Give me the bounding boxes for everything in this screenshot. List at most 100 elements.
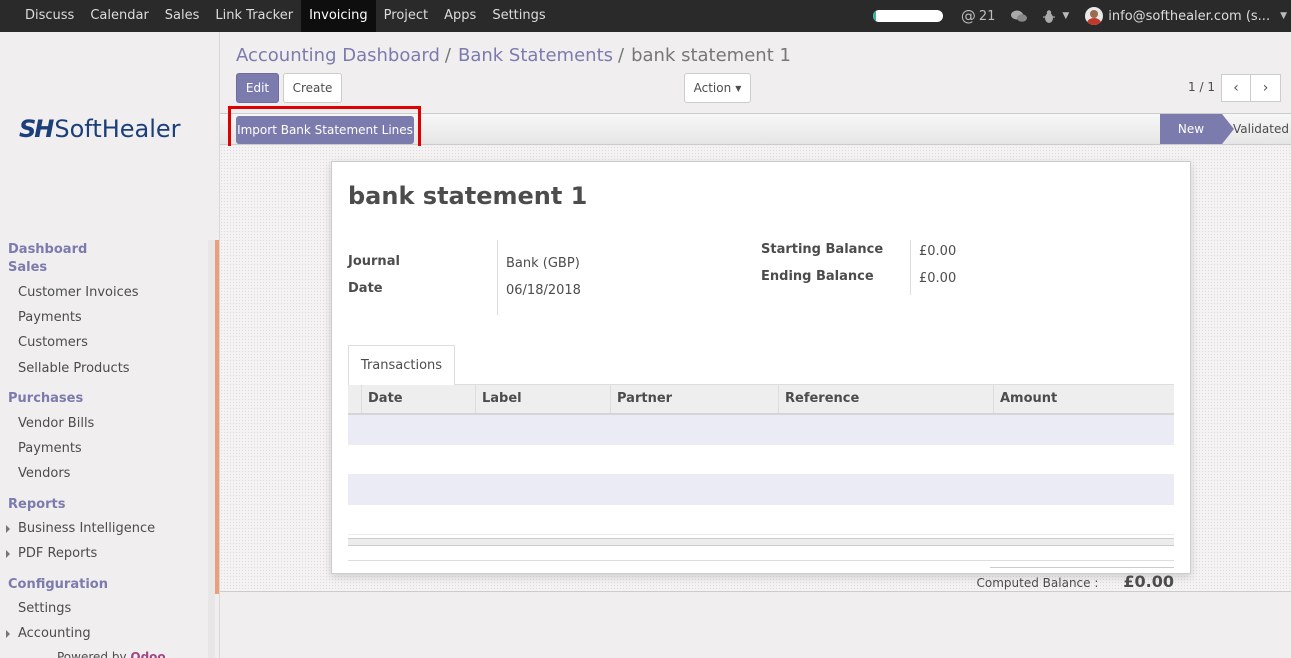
form-sheet: bank statement 1 Journal Date Bank (GBP)… xyxy=(331,161,1191,574)
column-partner[interactable]: Partner xyxy=(610,385,779,413)
computed-balance: Computed Balance : £0.00 xyxy=(977,572,1174,591)
sidebar-item-vendor-payments[interactable]: Payments xyxy=(18,441,82,456)
bug-icon xyxy=(1043,9,1056,23)
sidebar-item-vendor-bills[interactable]: Vendor Bills xyxy=(18,416,94,431)
date-value[interactable]: 06/18/2018 xyxy=(506,283,581,298)
mentions-button[interactable]: @ 21 xyxy=(961,7,996,25)
sidebar-item-dashboard[interactable]: Dashboard xyxy=(8,242,87,257)
sidebar-item-customer-invoices[interactable]: Customer Invoices xyxy=(18,285,139,300)
table-row xyxy=(348,505,1174,535)
divider xyxy=(910,240,911,295)
menu-settings[interactable]: Settings xyxy=(484,0,553,32)
breadcrumb: Accounting Dashboard / Bank Statements /… xyxy=(236,45,791,66)
pager-previous-button[interactable]: ‹ xyxy=(1221,74,1251,102)
breadcrumb-current: bank statement 1 xyxy=(631,45,791,66)
scrollbar-track[interactable] xyxy=(208,240,215,658)
sidebar: SH SoftHealer Dashboard Sales Customer I… xyxy=(0,32,220,658)
breadcrumb-separator: / xyxy=(444,45,451,66)
ending-balance-value[interactable]: £0.00 xyxy=(919,271,956,286)
ending-balance-label: Ending Balance xyxy=(761,269,874,284)
user-menu[interactable]: info@softhealer.com (s... ▼ xyxy=(1085,7,1287,25)
starting-balance-value[interactable]: £0.00 xyxy=(919,244,956,259)
sidebar-item-sellable-products[interactable]: Sellable Products xyxy=(18,361,130,376)
breadcrumb-separator: / xyxy=(618,45,625,66)
table-header: Date Label Partner Reference Amount xyxy=(348,385,1174,415)
menu-sales[interactable]: Sales xyxy=(157,0,208,32)
tab-transactions[interactable]: Transactions xyxy=(348,345,455,385)
caret-right-icon xyxy=(6,525,10,533)
chevron-down-icon: ▼ xyxy=(1062,11,1070,21)
stage-new[interactable]: New xyxy=(1160,114,1234,144)
user-email: info@softhealer.com (s... xyxy=(1108,8,1271,24)
menu-project[interactable]: Project xyxy=(376,0,436,32)
sidebar-item-vendors[interactable]: Vendors xyxy=(18,466,70,481)
caret-right-icon xyxy=(6,550,10,558)
column-label[interactable]: Label xyxy=(475,385,611,413)
starting-balance-label: Starting Balance xyxy=(761,242,884,257)
computed-balance-label: Computed Balance : xyxy=(976,576,1099,590)
create-button[interactable]: Create xyxy=(283,73,342,103)
breadcrumb-bank-statements[interactable]: Bank Statements xyxy=(458,45,613,66)
sidebar-item-accounting[interactable]: Accounting xyxy=(18,626,91,641)
chat-icon xyxy=(1011,10,1028,22)
chevron-down-icon: ▼ xyxy=(1280,11,1287,21)
avatar xyxy=(1085,7,1104,25)
menu-discuss[interactable]: Discuss xyxy=(17,0,82,32)
menu-invoicing[interactable]: Invoicing xyxy=(301,0,376,32)
sidebar-head-configuration: Configuration xyxy=(8,577,108,592)
at-icon: @ xyxy=(960,7,976,25)
pager-next-button[interactable]: › xyxy=(1251,74,1281,102)
journal-label: Journal xyxy=(348,254,400,269)
mentions-count: 21 xyxy=(978,8,996,24)
table-row xyxy=(348,475,1174,505)
onboarding-progress-bar[interactable] xyxy=(872,10,943,22)
chevron-right-icon: › xyxy=(1262,80,1269,96)
sidebar-item-business-intelligence[interactable]: Business Intelligence xyxy=(18,521,155,536)
divider xyxy=(348,560,1174,561)
stage-validated[interactable]: Validated xyxy=(1233,114,1289,144)
breadcrumb-accounting-dashboard[interactable]: Accounting Dashboard xyxy=(236,45,440,66)
sidebar-item-payments[interactable]: Payments xyxy=(18,310,82,325)
messages-button[interactable] xyxy=(1011,10,1028,23)
caret-right-icon xyxy=(6,630,10,638)
sidebar-menu: Dashboard Sales Customer Invoices Paymen… xyxy=(0,240,219,658)
divider xyxy=(497,240,498,315)
main-content: Accounting Dashboard / Bank Statements /… xyxy=(220,32,1291,658)
sidebar-item-pdf-reports[interactable]: PDF Reports xyxy=(18,546,97,561)
edit-button[interactable]: Edit xyxy=(236,73,279,103)
systray: @ 21 ▼ info@softhealer.com (s... ▼ xyxy=(872,0,1291,32)
logo-text: SoftHealer xyxy=(54,115,181,143)
odoo-link[interactable]: Odoo xyxy=(130,650,165,658)
app-menu: Discuss Calendar Sales Link Tracker Invo… xyxy=(0,0,554,32)
logo-mark: SH xyxy=(19,115,54,143)
table-footer xyxy=(348,538,1174,546)
caret-down-icon: ▼ xyxy=(735,83,742,93)
sidebar-head-purchases: Purchases xyxy=(8,391,84,406)
record-title: bank statement 1 xyxy=(348,182,588,210)
scrollbar-thumb[interactable] xyxy=(215,240,219,594)
progress-fill xyxy=(872,10,877,22)
menu-link-tracker[interactable]: Link Tracker xyxy=(207,0,301,32)
action-label: Action xyxy=(693,81,732,95)
sidebar-head-sales: Sales xyxy=(8,260,48,275)
top-navbar: Discuss Calendar Sales Link Tracker Invo… xyxy=(0,0,1291,32)
column-date[interactable]: Date xyxy=(361,385,476,413)
divider xyxy=(990,567,1174,568)
debug-menu-button[interactable]: ▼ xyxy=(1043,9,1070,23)
pager-value[interactable]: 1 / 1 xyxy=(1188,80,1215,94)
sidebar-head-reports: Reports xyxy=(8,497,66,512)
computed-balance-value: £0.00 xyxy=(1123,572,1174,591)
table-row xyxy=(348,445,1174,475)
sidebar-item-customers[interactable]: Customers xyxy=(18,335,88,350)
sidebar-item-settings[interactable]: Settings xyxy=(18,601,71,616)
column-amount[interactable]: Amount xyxy=(993,385,1174,413)
column-reference[interactable]: Reference xyxy=(778,385,994,413)
powered-by-label: Powered by xyxy=(57,650,127,658)
company-logo: SH SoftHealer xyxy=(19,115,181,143)
journal-value[interactable]: Bank (GBP) xyxy=(506,256,580,271)
menu-calendar[interactable]: Calendar xyxy=(82,0,156,32)
action-dropdown[interactable]: Action ▼ xyxy=(684,73,751,103)
powered-by: Powered by Odoo xyxy=(57,650,166,658)
date-label: Date xyxy=(348,281,383,296)
menu-apps[interactable]: Apps xyxy=(436,0,484,32)
